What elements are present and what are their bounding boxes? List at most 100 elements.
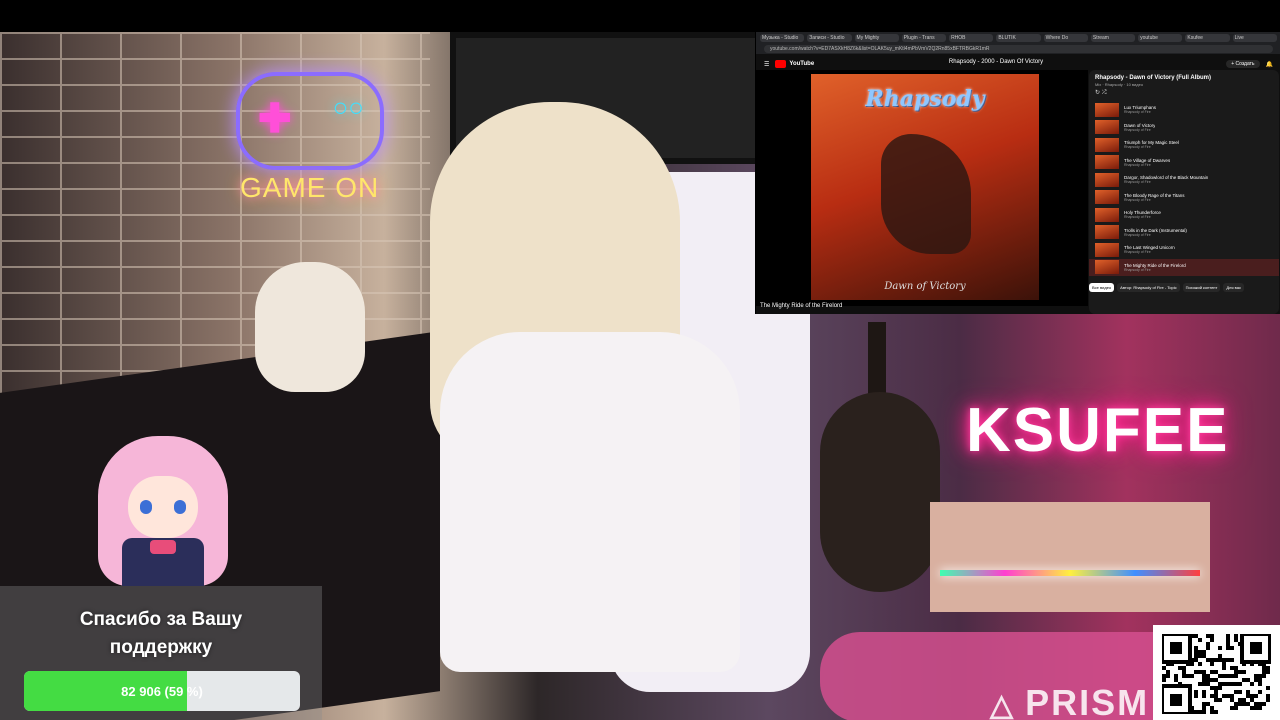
qr-module (1250, 682, 1254, 686)
playlist-item[interactable]: Holy Thunderforce Rhapsody of Fire (1089, 206, 1279, 224)
browser-tab[interactable]: Where Do (1043, 34, 1088, 42)
qr-module (1230, 658, 1234, 662)
qr-module (1206, 674, 1210, 678)
qr-module (1234, 674, 1238, 678)
qr-module (1234, 634, 1238, 638)
playlist-item-artist: Rhapsody of Fire (1124, 180, 1151, 185)
filter-chip[interactable]: Похожий контент (1182, 283, 1221, 292)
playlist-thumbnail[interactable] (1095, 155, 1119, 170)
youtube-logo[interactable]: YouTube (775, 60, 814, 68)
playlist-item[interactable]: The Mighty Ride of the Firelord Rhapsody … (1089, 258, 1279, 276)
qr-module (1202, 702, 1206, 706)
bell-icon[interactable]: 🔔 (1266, 61, 1273, 68)
browser-tab[interactable]: BLUTIK (996, 34, 1041, 42)
qr-module (1214, 670, 1218, 674)
qr-module (1246, 702, 1250, 706)
qr-module (1250, 706, 1254, 710)
youtube-window[interactable]: Музыка - Studio Записи - Studio My Mighty P… (755, 32, 1280, 314)
playlist-item[interactable]: Dawn of Victory Rhapsody of Fire (1089, 119, 1279, 137)
filter-chip[interactable]: Автор: Rhapsody of Fire - Topic (1117, 283, 1180, 292)
qr-module (1194, 710, 1198, 714)
qr-module (1210, 706, 1214, 710)
browser-tab[interactable]: My Mighty (854, 34, 899, 42)
playlist-item[interactable]: Dargor, Shadowlord of the Black Mountain… (1089, 171, 1279, 189)
playlist-item[interactable]: The Last Winged Unicorn Rhapsody of Fire (1089, 241, 1279, 259)
qr-module (1194, 670, 1198, 674)
filter-chip[interactable]: Все видео (1089, 283, 1115, 292)
playlist-controls[interactable]: ↻ ⤮ (1089, 89, 1279, 101)
playlist-item[interactable]: Triumph for My Magic Steel Rhapsody of Fi… (1089, 136, 1279, 154)
playlist-item-text: Triumph for My Magic Steel Rhapsody of Fi… (1124, 140, 1179, 149)
qr-module (1174, 674, 1178, 678)
buttons-icon: ○○ (332, 92, 364, 122)
playlist-item[interactable]: Trolls in the Dark (Instrumental) Rhapsod… (1089, 224, 1279, 242)
playlist-thumbnail[interactable] (1095, 137, 1119, 152)
playlist-panel: Rhapsody - Dawn of Victory (Full Album) … (1089, 70, 1279, 314)
qr-module (1238, 670, 1242, 674)
qr-module (1258, 674, 1262, 678)
playlist-thumbnail[interactable] (1095, 225, 1119, 240)
browser-tab[interactable]: Plugin - Trans (901, 34, 947, 42)
address-bar[interactable]: youtube.com/watch?v=ED7ASXkH8Z6k&list=OL… (756, 44, 1280, 54)
qr-module (1198, 662, 1202, 666)
qr-module (1262, 666, 1266, 670)
qr-module (1234, 702, 1238, 706)
browser-tab[interactable]: Музыка - Studio (760, 34, 805, 42)
qr-module (1230, 694, 1234, 698)
qr-module (1190, 674, 1194, 678)
qr-module (1250, 694, 1254, 698)
playlist-item-artist: Rhapsody of Fire (1124, 110, 1151, 115)
playlist-item[interactable]: Lux Triumphans Rhapsody of Fire (1089, 101, 1279, 119)
browser-tab[interactable]: RHOB (949, 34, 994, 42)
playlist-item-artist: Rhapsody of Fire (1124, 127, 1151, 132)
qr-code-pattern (1162, 634, 1271, 714)
qr-code[interactable] (1153, 625, 1280, 720)
playlist-item[interactable]: The Village of Dwarves Rhapsody of Fire (1089, 154, 1279, 172)
video-player[interactable]: Rhapsody Dawn of Victory (756, 70, 1088, 306)
create-button[interactable]: + Создать (1226, 60, 1260, 68)
playlist-thumbnail[interactable] (1095, 120, 1119, 135)
address-text[interactable]: youtube.com/watch?v=ED7ASXkH8Z6k&list=OL… (764, 45, 1273, 53)
qr-module (1226, 694, 1230, 698)
playlist-item-text: The Village of Dwarves Rhapsody of Fire (1124, 158, 1170, 167)
playlist-thumbnail[interactable] (1095, 207, 1119, 222)
qr-module (1242, 678, 1246, 682)
browser-tab[interactable]: youtube (1138, 34, 1183, 42)
qr-module (1226, 646, 1230, 650)
playlist-item[interactable]: The Bloody Rage of the Titans Rhapsody of… (1089, 189, 1279, 207)
qr-module (1242, 670, 1246, 674)
qr-module (1242, 698, 1246, 702)
led-strip (940, 570, 1200, 576)
browser-tab[interactable]: Записи - Studio (807, 34, 852, 42)
qr-module (1214, 658, 1218, 662)
qr-module (1206, 646, 1210, 650)
qr-module (1218, 658, 1222, 662)
qr-module (1218, 654, 1222, 658)
browser-tab[interactable]: Ksufee (1185, 34, 1230, 42)
video-title: Rhapsody - 2000 - Dawn Of Victory (948, 59, 1044, 65)
playlist-thumbnail[interactable] (1095, 102, 1119, 117)
playlist-thumbnail[interactable] (1095, 242, 1119, 257)
browser-tab[interactable]: Live (1232, 34, 1277, 42)
playlist-item-artist: Rhapsody of Fire (1124, 197, 1151, 202)
playlist-thumbnail[interactable] (1095, 260, 1119, 275)
qr-module (1174, 678, 1178, 682)
qr-module (1226, 634, 1230, 638)
qr-module (1230, 646, 1234, 650)
mascot-bow (150, 540, 176, 554)
playlist-thumbnail[interactable] (1095, 172, 1119, 187)
qr-module (1202, 710, 1206, 714)
browser-tab[interactable]: Stream (1090, 34, 1136, 42)
playlist-item-text: Holy Thunderforce Rhapsody of Fire (1124, 210, 1161, 219)
qr-module (1222, 682, 1226, 686)
qr-module (1266, 698, 1270, 702)
mascot-face (128, 476, 198, 538)
playlist-title[interactable]: Rhapsody - Dawn of Victory (Full Album) (1089, 70, 1279, 82)
browser-tab-strip[interactable]: Музыка - Studio Записи - Studio My Mighty P… (756, 32, 1280, 44)
qr-module (1198, 710, 1202, 714)
qr-module (1218, 674, 1222, 678)
streamer-dress (440, 332, 740, 672)
menu-icon[interactable]: ☰ (764, 61, 769, 68)
playlist-thumbnail[interactable] (1095, 190, 1119, 205)
filter-chip[interactable]: Для вас (1223, 283, 1244, 292)
